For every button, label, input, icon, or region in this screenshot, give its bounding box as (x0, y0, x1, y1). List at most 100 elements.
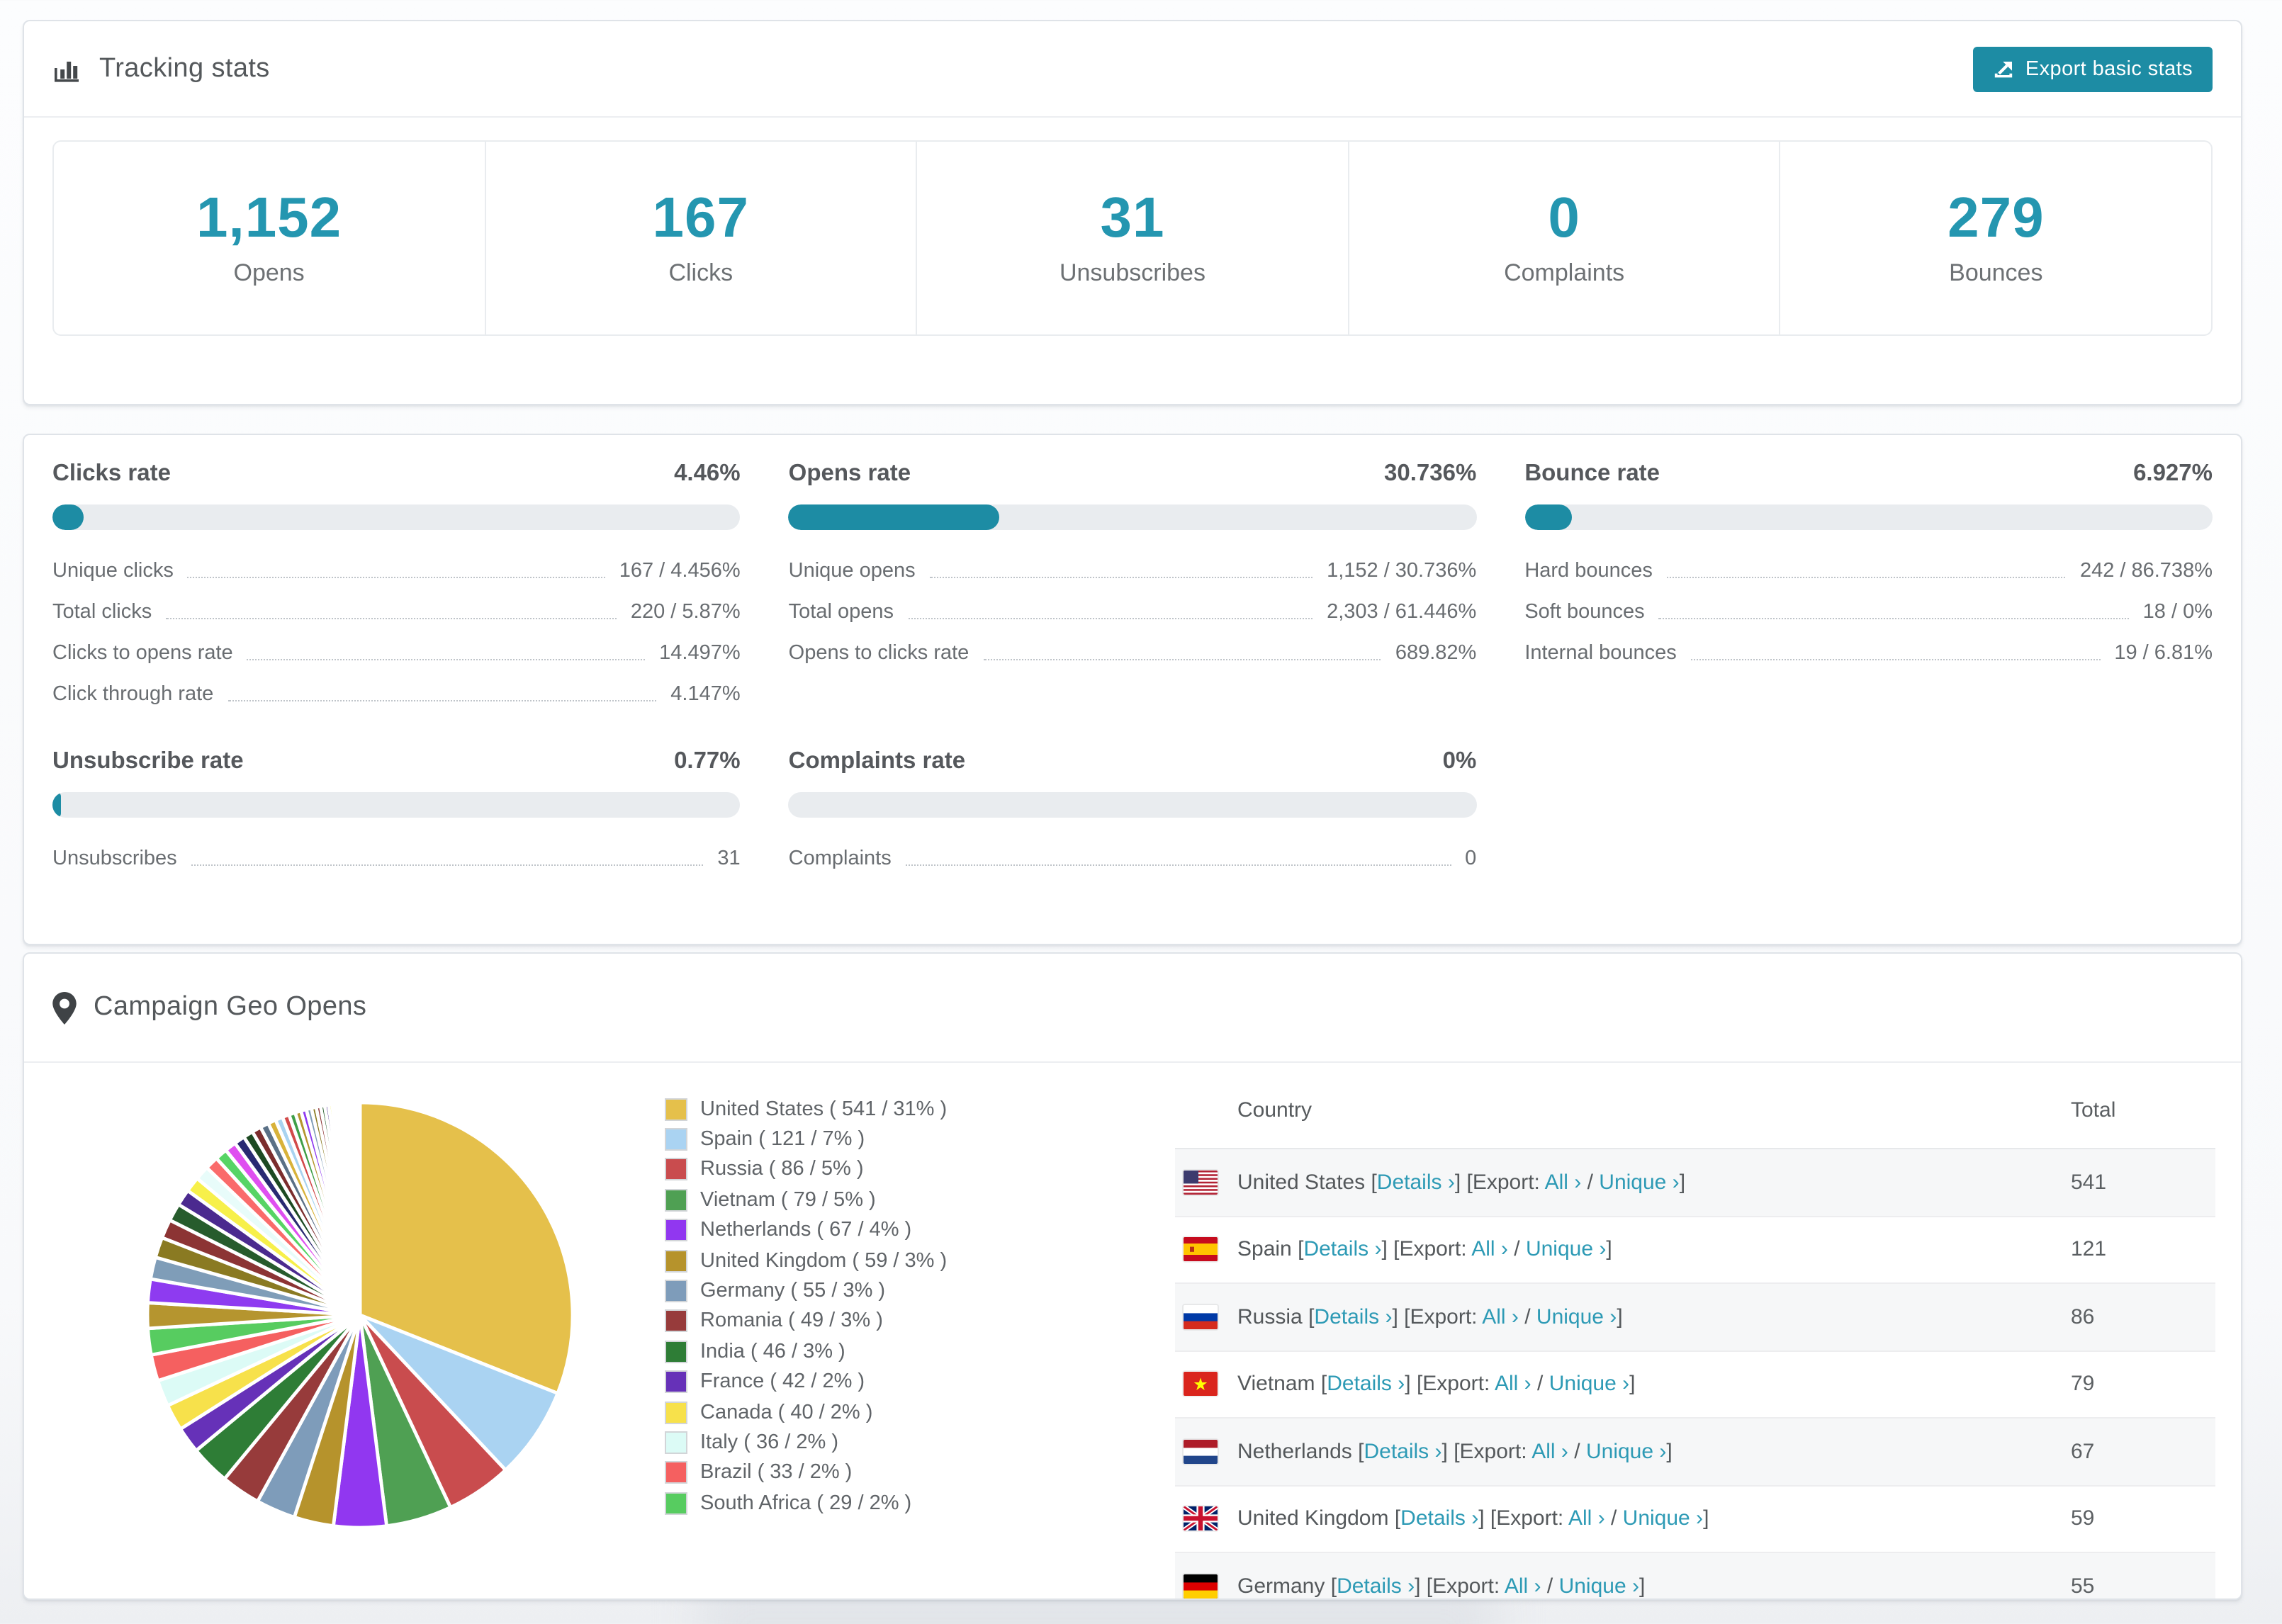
legend-item-netherlands[interactable]: Netherlands ( 67 / 4% ) (665, 1215, 1154, 1246)
slash: / (1568, 1439, 1586, 1464)
stat-label-complaints: Complaints (1504, 259, 1625, 286)
legend-item-spain[interactable]: Spain ( 121 / 7% ) (665, 1124, 1154, 1155)
bracket: ] (1454, 1170, 1467, 1195)
geo-table-row-spain: Spain [Details ›] [Export: All › / Uniqu… (1175, 1217, 2215, 1284)
legend-swatch-india (665, 1340, 687, 1363)
slash: / (1518, 1304, 1536, 1329)
legend-item-united-kingdom[interactable]: United Kingdom ( 59 / 3% ) (665, 1246, 1154, 1276)
tracking-stats-header: Tracking stats Export basic stats (24, 21, 2241, 118)
geo-opens-pie-chart[interactable] (133, 1088, 587, 1542)
details-link-united-states[interactable]: Details › (1377, 1171, 1455, 1195)
details-link-united-kingdom[interactable]: Details › (1400, 1507, 1478, 1531)
rate-row-label: Opens to clicks rate (788, 641, 969, 664)
dotted-leader (187, 577, 605, 578)
tracking-stats-card: Tracking stats Export basic stats 1,152 O… (23, 20, 2242, 405)
export-unique-link-spain[interactable]: Unique › (1526, 1238, 1606, 1262)
rate-rows: Unique opens 1,152 / 30.736% Total opens 2,… (789, 550, 1477, 673)
stat-value-unsubscribes: 31 (1100, 186, 1165, 249)
legend-item-romania[interactable]: Romania ( 49 / 3% ) (665, 1306, 1154, 1336)
country-name: United States (1237, 1170, 1371, 1195)
export-all-link-russia[interactable]: All › (1482, 1305, 1519, 1329)
rate-panel-title-row-opens-rate: Opens rate 30.736% (789, 461, 1477, 487)
geo-row-country-cell: Spain [Details ›] [Export: All › / Uniqu… (1237, 1238, 2071, 1262)
geo-row-total: 79 (2071, 1372, 2095, 1397)
rate-title: Bounce rate (1524, 461, 1660, 486)
rate-panel-title-row-clicks-rate: Clicks rate 4.46% (52, 461, 741, 487)
legend-item-india[interactable]: India ( 46 / 3% ) (665, 1336, 1154, 1367)
legend-item-vietnam[interactable]: Vietnam ( 79 / 5% ) (665, 1185, 1154, 1215)
export-unique-link-united-kingdom[interactable]: Unique › (1623, 1507, 1703, 1531)
stats-summary-row: 1,152 Opens 167 Clicks 31 Unsubscribes 0 Compla… (52, 140, 2213, 336)
dotted-leader (166, 618, 617, 619)
export-unique-link-vietnam[interactable]: Unique › (1549, 1372, 1629, 1397)
details-link-germany[interactable]: Details › (1337, 1574, 1415, 1598)
legend-label: Russia ( 86 / 5% ) (700, 1158, 864, 1181)
legend-swatch-south-africa (665, 1492, 687, 1515)
dotted-leader (1690, 659, 2101, 660)
slash: / (1604, 1506, 1623, 1531)
stat-label-unsubscribes: Unsubscribes (1059, 259, 1205, 286)
export-unique-link-united-states[interactable]: Unique › (1599, 1171, 1679, 1195)
rate-rows: Hard bounces 242 / 86.738% Soft bounces 18 … (1524, 550, 2213, 673)
legend-item-russia[interactable]: Russia ( 86 / 5% ) (665, 1155, 1154, 1185)
bracket: ] (1392, 1304, 1405, 1329)
rate-row-label: Unique opens (788, 559, 916, 582)
rate-rows: Unsubscribes 31 (52, 838, 741, 879)
bar-chart-icon (52, 54, 82, 84)
details-link-vietnam[interactable]: Details › (1327, 1372, 1405, 1397)
legend-item-italy[interactable]: Italy ( 36 / 2% ) (665, 1428, 1154, 1458)
rate-rows: Complaints 0 (789, 838, 1477, 879)
legend-label: Spain ( 121 / 7% ) (700, 1128, 865, 1151)
rate-title: Unsubscribe rate (52, 748, 244, 774)
geo-row-country-cell: Netherlands [Details ›] [Export: All › /… (1237, 1440, 2071, 1464)
country-name: Russia (1237, 1304, 1309, 1329)
export-unique-link-germany[interactable]: Unique › (1559, 1574, 1639, 1598)
details-link-russia[interactable]: Details › (1314, 1305, 1392, 1329)
legend-label: Germany ( 55 / 3% ) (700, 1280, 886, 1303)
bracket: [ (1394, 1506, 1401, 1531)
export-all-link-united-states[interactable]: All › (1545, 1171, 1582, 1195)
geo-row-total: 121 (2071, 1237, 2107, 1262)
pie-slice-other-40[interactable] (356, 1100, 362, 1317)
legend-item-south-africa[interactable]: South Africa ( 29 / 2% ) (665, 1488, 1154, 1518)
flag-ru-icon (1184, 1304, 1218, 1329)
rate-row-total-opens: Total opens 2,303 / 61.446% (789, 591, 1477, 632)
details-link-spain[interactable]: Details › (1303, 1238, 1381, 1262)
legend-item-united-states[interactable]: United States ( 541 / 31% ) (665, 1094, 1154, 1124)
rate-row-value: 2,303 / 61.446% (1327, 600, 1477, 623)
export-all-link-spain[interactable]: All › (1471, 1238, 1508, 1262)
export-prefix: [Export: (1426, 1574, 1505, 1598)
rate-percent: 0% (1442, 748, 1477, 774)
export-all-link-netherlands[interactable]: All › (1531, 1440, 1568, 1464)
dotted-leader (247, 659, 646, 660)
geo-table-row-united-kingdom: United Kingdom [Details ›] [Export: All … (1175, 1486, 2215, 1553)
dashboard-page: Tracking stats Export basic stats 1,152 O… (0, 0, 2282, 1624)
geo-row-country-cell: Vietnam [Details ›] [Export: All › / Uni… (1237, 1372, 2071, 1397)
geo-row-total: 86 (2071, 1304, 2095, 1329)
legend-item-brazil[interactable]: Brazil ( 33 / 2% ) (665, 1457, 1154, 1488)
rates-grid: Clicks rate 4.46% Unique clicks 167 / 4.456… (24, 435, 2241, 879)
rate-row-clicks-to-opens-rate: Clicks to opens rate 14.497% (52, 632, 741, 673)
rate-row-unique-opens: Unique opens 1,152 / 30.736% (789, 550, 1477, 591)
export-prefix: [Export: (1404, 1304, 1483, 1329)
export-all-link-united-kingdom[interactable]: All › (1568, 1507, 1605, 1531)
rate-row-value: 1,152 / 30.736% (1327, 559, 1477, 582)
export-all-link-vietnam[interactable]: All › (1495, 1372, 1531, 1397)
dotted-leader (1666, 577, 2066, 578)
export-unique-link-russia[interactable]: Unique › (1536, 1305, 1617, 1329)
export-basic-stats-button[interactable]: Export basic stats (1972, 47, 2213, 92)
legend-swatch-spain (665, 1128, 687, 1151)
legend-item-canada[interactable]: Canada ( 40 / 2% ) (665, 1397, 1154, 1428)
rate-panel-bounce-rate: Bounce rate 6.927% Hard bounces 242 / 86.73… (1524, 461, 2213, 714)
export-all-link-germany[interactable]: All › (1505, 1574, 1541, 1598)
export-unique-link-netherlands[interactable]: Unique › (1586, 1440, 1666, 1464)
legend-label: Canada ( 40 / 2% ) (700, 1401, 873, 1424)
flag-es-icon (1184, 1237, 1218, 1262)
rate-row-unique-clicks: Unique clicks 167 / 4.456% (52, 550, 741, 591)
details-link-netherlands[interactable]: Details › (1364, 1440, 1441, 1464)
legend-item-germany[interactable]: Germany ( 55 / 3% ) (665, 1276, 1154, 1307)
rate-row-internal-bounces: Internal bounces 19 / 6.81% (1524, 632, 2213, 673)
bracket: [ (1320, 1372, 1327, 1397)
legend-label: Italy ( 36 / 2% ) (700, 1431, 839, 1454)
legend-item-france[interactable]: France ( 42 / 2% ) (665, 1367, 1154, 1397)
